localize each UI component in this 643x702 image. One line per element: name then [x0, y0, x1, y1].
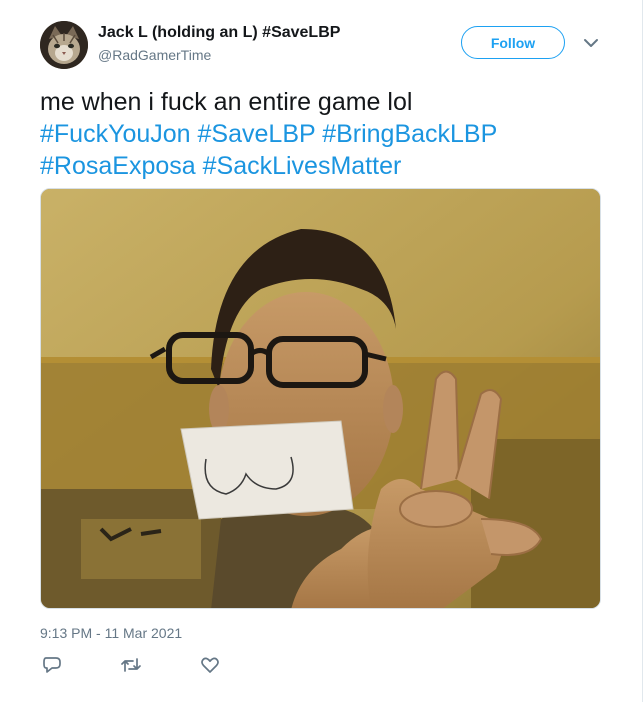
- author-handle[interactable]: @RadGamerTime: [98, 47, 211, 63]
- author-avatar[interactable]: [40, 21, 88, 69]
- tweet-text: me when i fuck an entire game lol #FuckY…: [40, 86, 600, 182]
- heart-icon[interactable]: [199, 655, 221, 675]
- hashtag-link[interactable]: #BringBackLBP: [322, 120, 497, 148]
- hashtag-link[interactable]: #SaveLBP: [198, 120, 316, 148]
- hashtag-link[interactable]: #RosaExposa: [40, 152, 196, 180]
- tweet-body: me when i fuck an entire game lol: [40, 88, 413, 116]
- cat-avatar-image: [40, 21, 88, 69]
- tweet-photo[interactable]: [40, 188, 601, 609]
- hashtag-link[interactable]: #SackLivesMatter: [203, 152, 402, 180]
- follow-button[interactable]: Follow: [461, 26, 565, 59]
- chevron-down-icon[interactable]: [582, 36, 600, 50]
- reply-icon[interactable]: [41, 655, 63, 675]
- author-display-name[interactable]: Jack L (holding an L) #SaveLBP: [98, 24, 340, 42]
- hashtag-link[interactable]: #FuckYouJon: [40, 120, 191, 148]
- retweet-icon[interactable]: [120, 655, 142, 675]
- photo-image: [41, 189, 600, 608]
- tweet-timestamp[interactable]: 9:13 PM - 11 Mar 2021: [40, 625, 182, 641]
